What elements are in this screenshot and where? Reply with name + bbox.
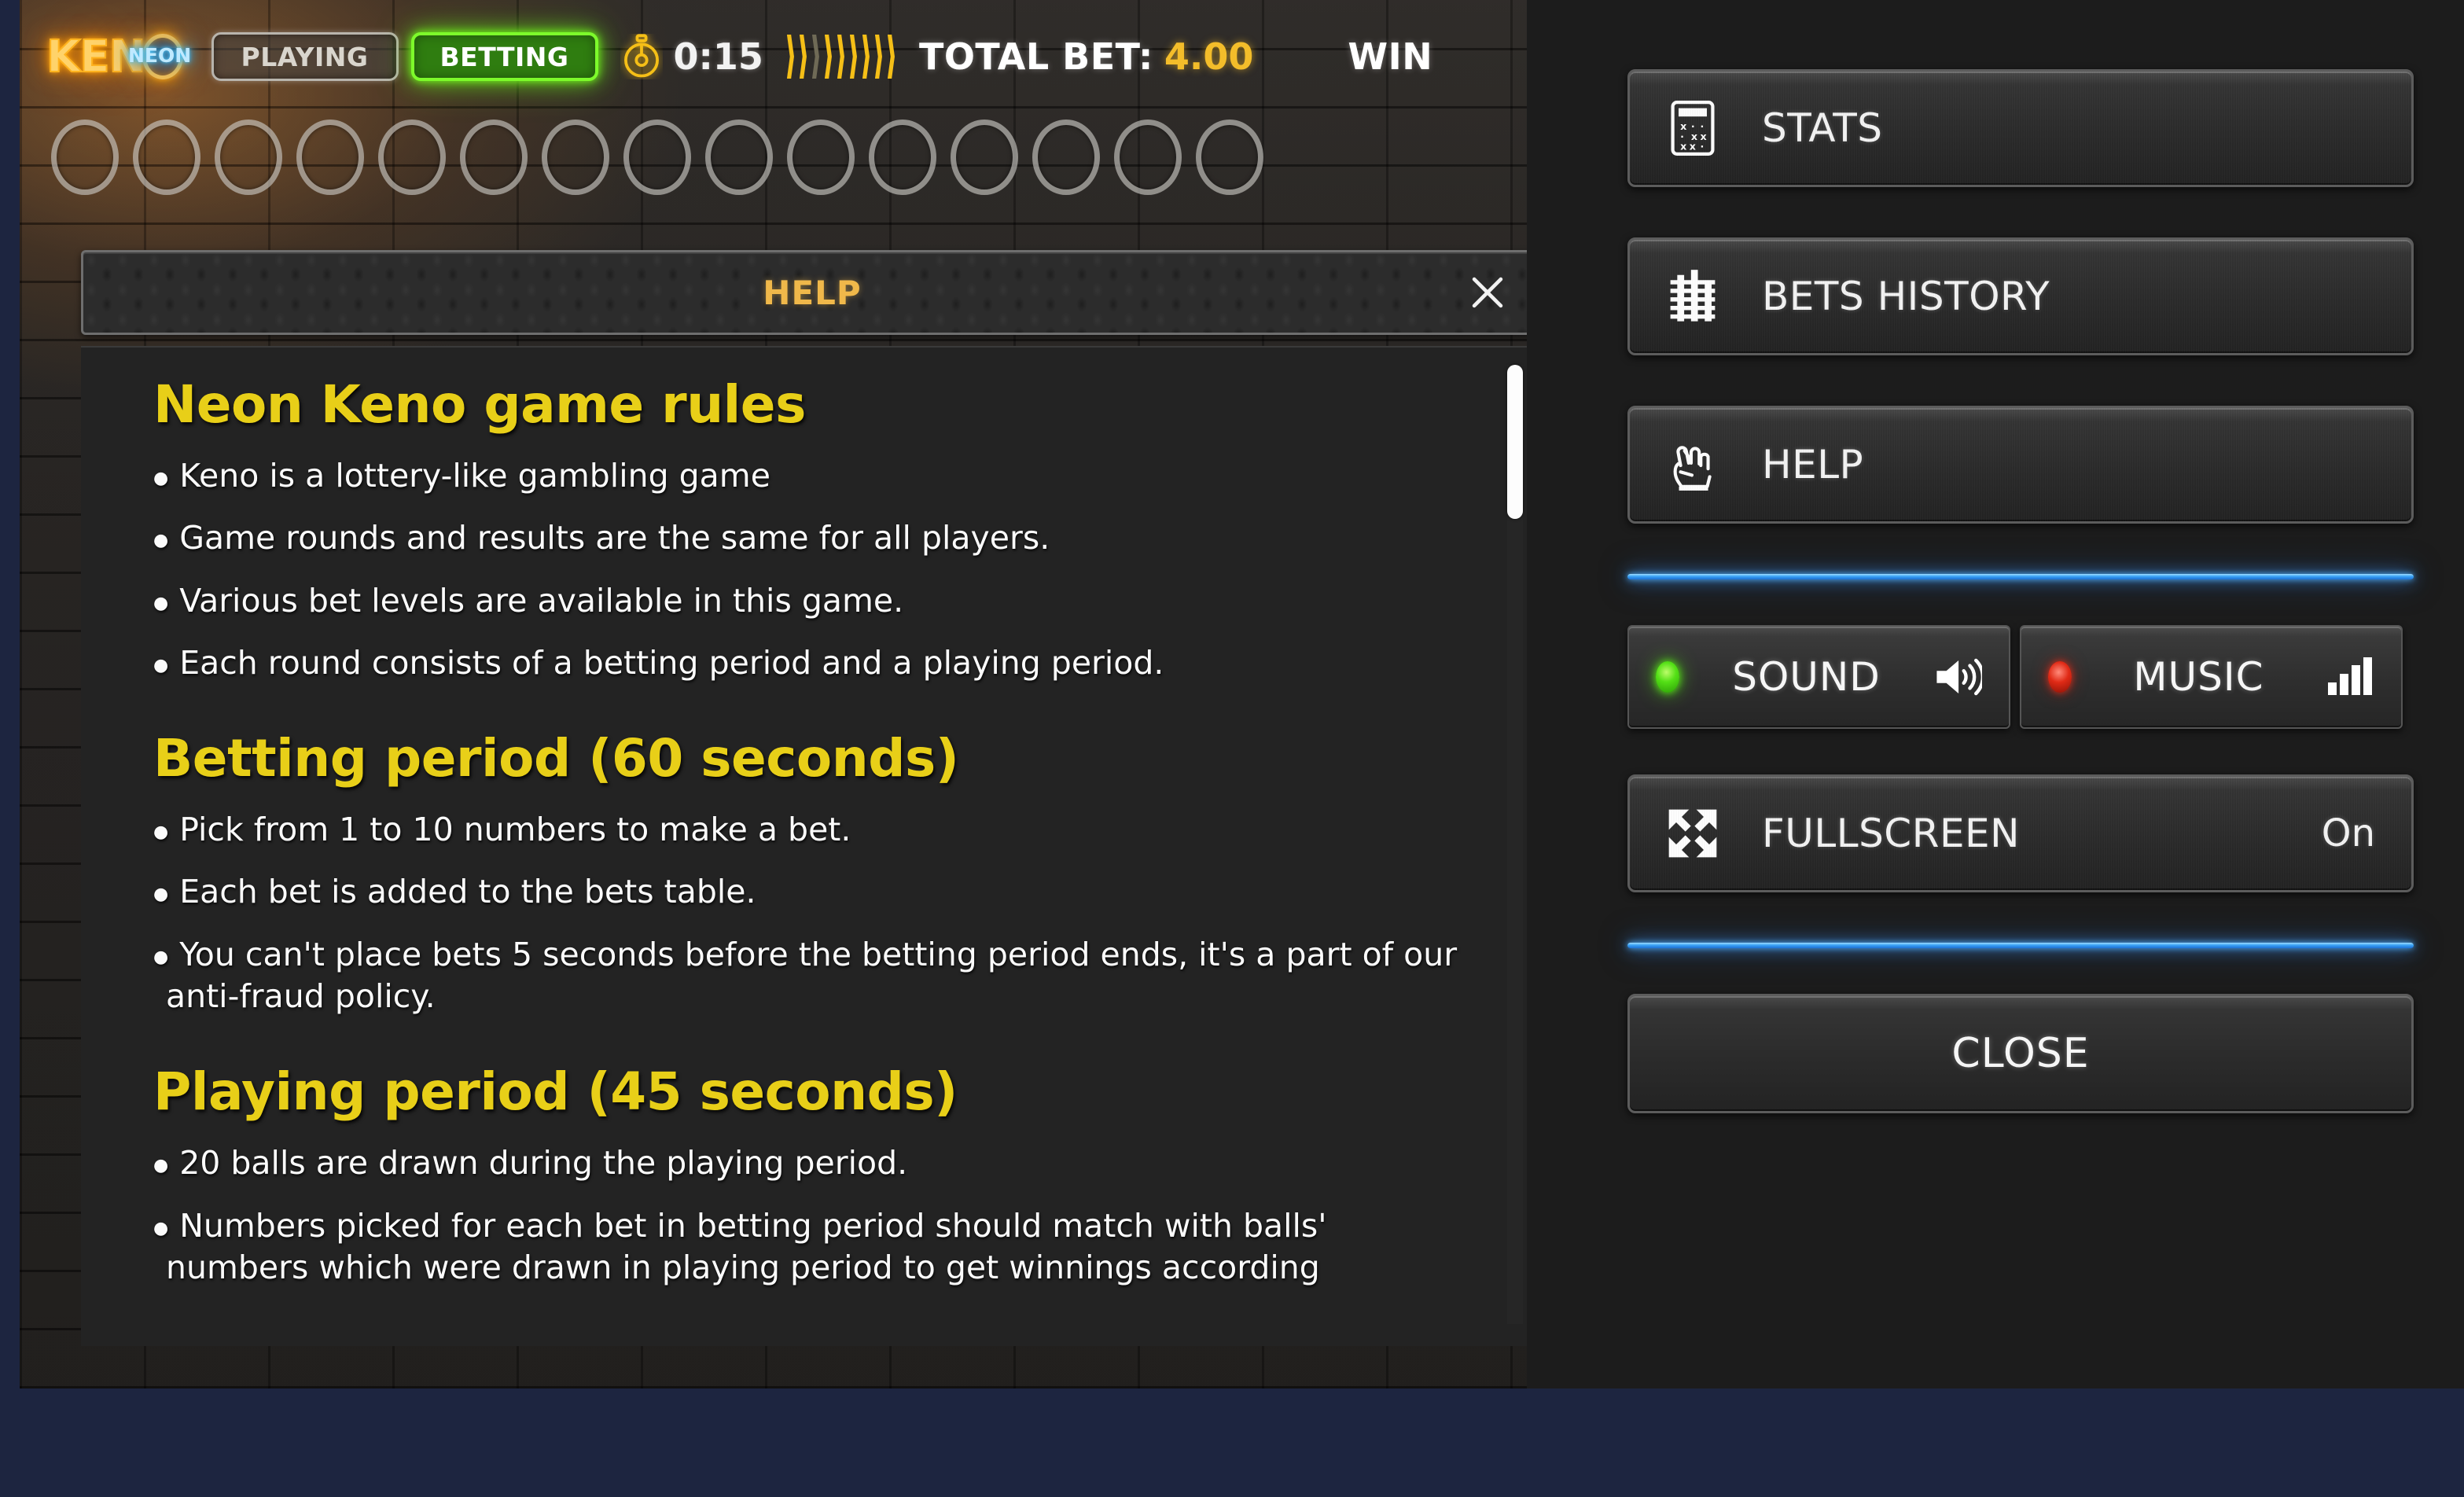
ball-slot [215,120,282,195]
help-section-betting-period: Betting period (60 seconds) Pick from 1 … [153,728,1471,1017]
help-rule-item: Each round consists of a betting period … [153,642,1471,684]
state-pill-betting-label: BETTING [439,41,569,72]
help-dialog-titlebar: HELP [81,250,1527,335]
keno-neon-logo: KEN NEON [46,28,191,85]
ball-slot [378,120,446,195]
timer-value: 0:15 [673,35,763,78]
calculator-icon: x · · · x x x x · [1664,100,1721,156]
ball-slot [460,120,528,195]
music-toggle[interactable]: MUSIC [2020,625,2403,729]
help-rule-item: Numbers picked for each bet in betting p… [153,1205,1471,1289]
state-pill-betting[interactable]: BETTING [410,32,598,81]
total-bet-value: 4.00 [1164,35,1254,78]
svg-text:x: x [1690,141,1696,153]
ball-slot [133,120,200,195]
drawn-balls-row [51,116,1527,198]
fullscreen-state-value: On [2321,811,2375,855]
sound-led-indicator [1656,661,1679,693]
bets-history-button[interactable]: BETS HISTORY [1627,237,2414,355]
close-icon[interactable] [1466,270,1510,314]
music-toggle-label: MUSIC [2133,654,2264,700]
help-rule-item: Various bet levels are available in this… [153,580,1471,622]
stats-button-label: STATS [1762,105,1883,151]
help-section-heading: Betting period (60 seconds) [153,728,959,789]
help-section-rules: Neon Keno game rules Keno is a lottery-l… [153,374,1471,684]
ball-slot [623,120,691,195]
bets-chart-icon [1664,268,1721,325]
help-rule-item: Keno is a lottery-like gambling game [153,455,1471,497]
help-scrollbar[interactable] [1507,365,1523,1324]
sound-toggle[interactable]: SOUND [1627,625,2010,729]
ball-slot [1196,120,1263,195]
settings-sidebar: x · · · x x x x · STATS BETS HISTORY HEL… [1527,0,2464,1388]
win-label: WIN [1348,35,1433,78]
help-section-heading: Playing period (45 seconds) [153,1061,958,1123]
help-dialog-body: Neon Keno game rules Keno is a lottery-l… [81,346,1527,1346]
help-rule-item: Pick from 1 to 10 numbers to make a bet. [153,809,1471,851]
ball-slot [542,120,609,195]
close-button-label: CLOSE [1951,1030,2090,1077]
help-rule-item: Game rounds and results are the same for… [153,517,1471,559]
ball-slot [951,120,1018,195]
game-stage: KEN NEON PLAYING BETTING 0:15 TOTAL BET:… [20,0,1527,1388]
equalizer-icon [2326,655,2374,699]
help-rule-item: You can't place bets 5 seconds before th… [153,934,1471,1018]
ball-slot [296,120,364,195]
help-rule-item: Each bet is added to the bets table. [153,871,1471,913]
state-pill-playing-label: PLAYING [241,41,369,72]
help-dialog-title: HELP [763,273,862,312]
audio-toggles: SOUND MUSIC [1627,625,2403,729]
logo-subtext: NEON [128,44,192,67]
sidebar-divider-top [1627,574,2414,579]
ball-slot [51,120,119,195]
expand-arrows-icon [1664,805,1721,862]
help-rule-item: 20 balls are drawn during the playing pe… [153,1142,1471,1184]
ball-slot [705,120,773,195]
fullscreen-button[interactable]: FULLSCREEN On [1627,774,2414,892]
ball-slot [1114,120,1182,195]
help-section-playing-period: Playing period (45 seconds) 20 balls are… [153,1061,1471,1289]
stopwatch-icon [620,34,663,79]
help-section-heading: Neon Keno game rules [153,374,806,435]
help-button[interactable]: HELP [1627,406,2414,524]
svg-text:x: x [1680,141,1686,153]
stats-button[interactable]: x · · · x x x x · STATS [1627,69,2414,187]
music-led-indicator [2048,661,2072,693]
help-dialog: HELP Neon Keno game rules Keno is a lott… [81,250,1527,1346]
fullscreen-button-label: FULLSCREEN [1762,811,2021,856]
speaker-icon [1933,655,1982,699]
crossed-fingers-icon [1664,436,1721,493]
help-scrollbar-thumb[interactable] [1507,365,1523,519]
help-button-label: HELP [1762,442,1864,487]
sidebar-divider-bottom [1627,943,2414,948]
hud-bar: KEN NEON PLAYING BETTING 0:15 TOTAL BET:… [20,19,1527,94]
svg-text:·: · [1701,141,1705,153]
bets-history-button-label: BETS HISTORY [1762,274,2050,319]
state-pill-playing[interactable]: PLAYING [211,32,399,81]
ball-slot [869,120,936,195]
total-bet-label: TOTAL BET: [918,35,1153,78]
round-timer: 0:15 [620,34,763,79]
ball-slot [1032,120,1100,195]
help-scroll-area[interactable]: Neon Keno game rules Keno is a lottery-l… [153,374,1471,1346]
timer-chevrons [786,35,900,79]
close-button[interactable]: CLOSE [1627,994,2414,1113]
ball-slot [787,120,855,195]
game-window: KEN NEON PLAYING BETTING 0:15 TOTAL BET:… [0,0,2464,1497]
sound-toggle-label: SOUND [1732,654,1881,700]
